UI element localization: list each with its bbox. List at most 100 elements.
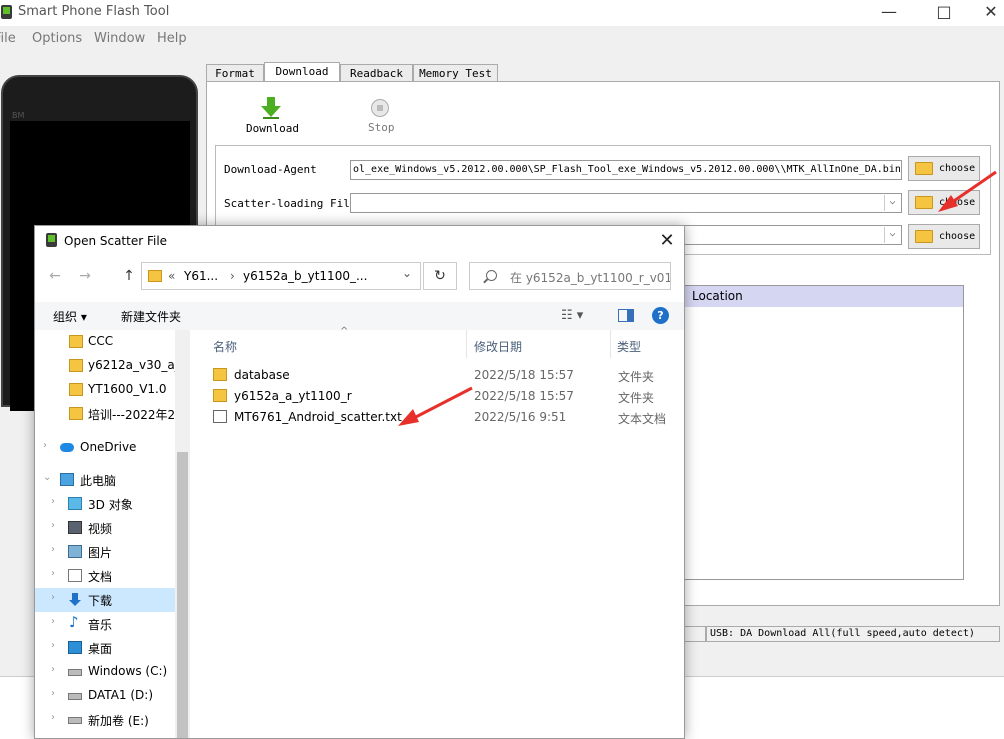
tree-item-this-pc[interactable]: ⌄ 此电脑	[35, 468, 175, 492]
close-button[interactable]: ✕	[968, 0, 1004, 26]
download-agent-input[interactable]: ol_exe_Windows_v5.2012.00.000\SP_Flash_T…	[350, 160, 902, 180]
download-button-label[interactable]: Download	[246, 122, 299, 135]
tree-item[interactable]: › 音乐	[35, 612, 175, 636]
tree-item-label: 图片	[88, 546, 113, 560]
chevron-right-icon[interactable]: ›	[51, 640, 55, 651]
close-icon[interactable]: ✕	[655, 230, 679, 252]
column-header-name[interactable]: 名称	[213, 338, 237, 355]
download-agent-choose-button[interactable]: choose	[908, 156, 980, 181]
maximize-button[interactable]: □	[921, 0, 967, 26]
tree-item[interactable]: › 图片	[35, 540, 175, 564]
tree-item[interactable]: 培训---2022年2	[35, 402, 175, 426]
tree-item[interactable]: › DATA1 (D:)	[35, 684, 175, 708]
file-row-scatter-txt[interactable]: MT6761_Android_scatter.txt 2022/5/16 9:5…	[210, 407, 680, 428]
file-row[interactable]: database 2022/5/18 15:57 文件夹	[210, 365, 680, 386]
authentication-choose-button[interactable]: choose	[908, 224, 980, 249]
minimize-button[interactable]: —	[866, 0, 912, 26]
scatter-file-label: Scatter-loading File	[224, 197, 357, 210]
tree-item-label: YT1600_V1.0	[88, 382, 167, 396]
tree-item-onedrive[interactable]: › OneDrive	[35, 436, 175, 460]
tree-item[interactable]: CCC	[35, 330, 175, 354]
title-bar: Smart Phone Flash Tool — □ ✕	[0, 0, 1004, 26]
chevron-right-icon[interactable]: ›	[43, 440, 47, 451]
stop-icon[interactable]	[371, 99, 389, 117]
location-column-header[interactable]: Location	[684, 285, 964, 308]
column-header-type[interactable]: 类型	[617, 338, 641, 355]
breadcrumb-segment[interactable]: Y61...	[184, 269, 218, 283]
scatter-file-input[interactable]: ⌵	[350, 193, 902, 213]
folder-icon	[915, 162, 933, 175]
file-type: 文件夹	[618, 370, 655, 384]
scatter-file-choose-button[interactable]: choose	[908, 190, 980, 215]
new-folder-button[interactable]: 新建文件夹	[121, 308, 181, 325]
menu-window[interactable]: Window	[94, 31, 145, 46]
tree-item[interactable]: YT1600_V1.0	[35, 378, 175, 402]
tab-format[interactable]: Format	[206, 64, 264, 82]
stop-button-label[interactable]: Stop	[368, 121, 395, 134]
chevron-right-icon[interactable]: ›	[51, 688, 55, 699]
tab-memory-test[interactable]: Memory Test	[413, 64, 498, 82]
chevron-down-icon[interactable]: ⌵	[884, 195, 900, 211]
chevron-right-icon[interactable]: ›	[51, 544, 55, 555]
help-icon[interactable]: ?	[652, 307, 669, 324]
column-divider[interactable]	[466, 330, 467, 358]
tree-item[interactable]: › 新加卷 (E:)	[35, 708, 175, 732]
menu-options[interactable]: Options	[32, 31, 82, 46]
tab-readback[interactable]: Readback	[340, 64, 413, 82]
tab-download[interactable]: Download	[264, 62, 340, 82]
chevron-down-icon[interactable]: ⌵	[884, 227, 900, 243]
tree-item-label: 音乐	[88, 618, 113, 632]
column-divider[interactable]	[610, 330, 611, 358]
folder-icon	[915, 196, 933, 209]
search-icon	[486, 270, 497, 281]
menu-file[interactable]: File	[0, 31, 16, 46]
view-options-icon[interactable]: ☷ ▾	[561, 308, 583, 323]
tree-item[interactable]: › 桌面	[35, 636, 175, 660]
dialog-title: Open Scatter File	[64, 234, 168, 248]
authentication-file-input[interactable]: ⌵	[684, 225, 902, 245]
chevron-right-icon[interactable]: ›	[51, 592, 55, 603]
file-type: 文件夹	[618, 391, 655, 405]
tree-item[interactable]: › Windows (C:)	[35, 660, 175, 684]
breadcrumb-overflow[interactable]: «	[168, 269, 175, 283]
download-arrow-icon[interactable]	[261, 97, 281, 119]
tree-item-label: 视频	[88, 522, 113, 536]
chevron-right-icon[interactable]: ›	[51, 712, 55, 723]
tree-scrollbar-thumb[interactable]	[177, 452, 188, 738]
tree-item-label: 文档	[88, 570, 113, 584]
column-header-date[interactable]: 修改日期	[474, 338, 522, 355]
command-bar: 组织 ▾ 新建文件夹 ☷ ▾	[35, 302, 684, 330]
forward-arrow-icon[interactable]: →	[75, 266, 95, 286]
chevron-right-icon[interactable]: ›	[51, 520, 55, 531]
back-arrow-icon[interactable]: ←	[45, 266, 65, 286]
chevron-down-icon[interactable]: ⌄	[43, 472, 51, 483]
address-bar[interactable]: « Y61... › y6152a_b_yt1100_... ⌄	[141, 262, 421, 290]
tree-item-downloads[interactable]: › 下载	[35, 588, 175, 612]
chevron-right-icon[interactable]: ›	[51, 568, 55, 579]
chevron-right-icon[interactable]: ›	[51, 616, 55, 627]
tree-item[interactable]: › 视频	[35, 516, 175, 540]
tree-item[interactable]: › 3D 对象	[35, 492, 175, 516]
up-arrow-icon[interactable]: ↑	[119, 266, 139, 286]
organize-button[interactable]: 组织 ▾	[53, 308, 87, 325]
preview-pane-icon[interactable]	[618, 309, 634, 322]
chevron-right-icon[interactable]: ›	[51, 664, 55, 675]
folder-icon	[69, 359, 83, 372]
file-date: 2022/5/18 15:57	[474, 368, 574, 382]
chevron-down-icon[interactable]: ⌄	[402, 266, 412, 280]
chevron-right-icon[interactable]: ›	[51, 496, 55, 507]
drive-icon	[68, 717, 82, 724]
breadcrumb-segment[interactable]: y6152a_b_yt1100_...	[243, 269, 367, 283]
3d-objects-icon	[68, 497, 82, 510]
choose-label: choose	[939, 163, 976, 174]
search-box[interactable]: 在 y6152a_b_yt1100_r_v01...	[469, 262, 671, 290]
cloud-icon	[60, 443, 74, 452]
menu-help[interactable]: Help	[157, 31, 187, 46]
file-row[interactable]: y6152a_a_yt1100_r 2022/5/18 15:57 文件夹	[210, 386, 680, 407]
tree-item-label: 新加卷 (E:)	[88, 714, 149, 728]
tree-item-label: y6212a_v30_a_s	[88, 358, 175, 372]
refresh-icon[interactable]: ↻	[423, 262, 457, 290]
tree-item[interactable]: y6212a_v30_a_s	[35, 354, 175, 378]
tree-item[interactable]: › 文档	[35, 564, 175, 588]
file-date: 2022/5/16 9:51	[474, 410, 567, 424]
